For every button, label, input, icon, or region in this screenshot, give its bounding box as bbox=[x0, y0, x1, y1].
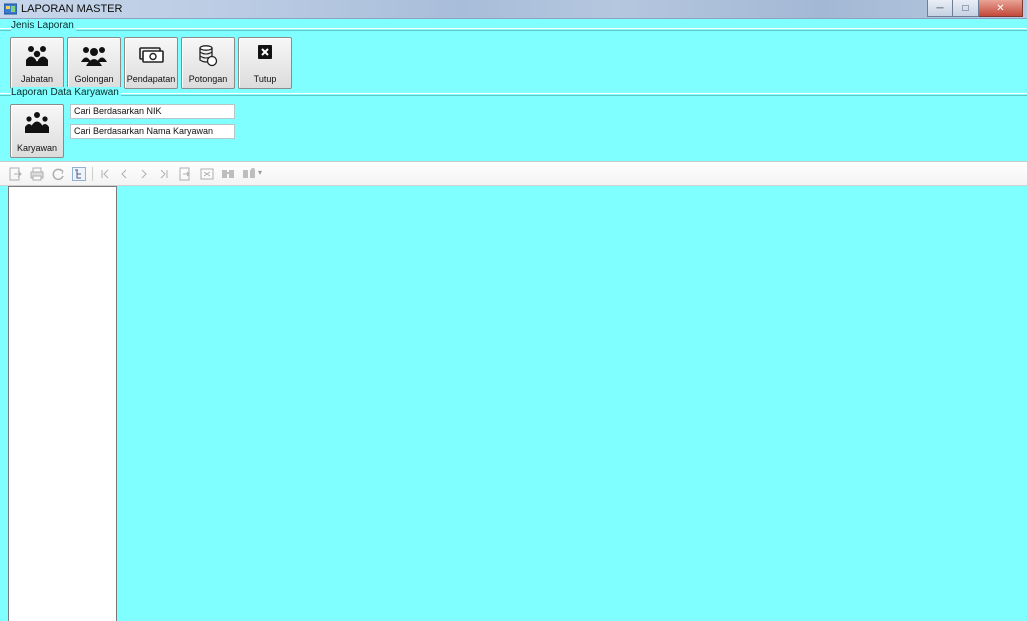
toolbar-separator bbox=[92, 167, 93, 181]
previous-page-icon[interactable] bbox=[117, 167, 131, 181]
go-to-page-icon[interactable] bbox=[178, 167, 192, 181]
potongan-button[interactable]: Potongan bbox=[181, 37, 235, 89]
tutup-button[interactable]: Tutup bbox=[238, 37, 292, 89]
pendapatan-label: Pendapatan bbox=[126, 74, 176, 84]
group-tree-panel[interactable] bbox=[8, 186, 117, 621]
minimize-button[interactable]: ─ bbox=[927, 0, 953, 17]
karyawan-button[interactable]: Karyawan bbox=[10, 104, 64, 158]
last-page-icon[interactable] bbox=[157, 167, 171, 181]
print-icon[interactable] bbox=[30, 167, 44, 181]
users-icon bbox=[81, 47, 107, 66]
first-page-icon[interactable] bbox=[98, 167, 112, 181]
money-icon bbox=[139, 47, 164, 63]
refresh-icon[interactable] bbox=[51, 167, 65, 181]
jenis-laporan-buttons: Jabatan Golongan Pendapatan Potongan Tut… bbox=[10, 37, 310, 89]
tutup-label: Tutup bbox=[253, 74, 277, 84]
find-icon[interactable] bbox=[221, 167, 235, 181]
golongan-button[interactable]: Golongan bbox=[67, 37, 121, 89]
title-bar: LAPORAN MASTER ─ □ ✕ bbox=[0, 0, 1027, 19]
pendapatan-button[interactable]: Pendapatan bbox=[124, 37, 178, 89]
maximize-button[interactable]: □ bbox=[953, 0, 979, 17]
jenis-laporan-label: Jenis Laporan bbox=[11, 20, 76, 31]
minimize-icon: ─ bbox=[936, 2, 944, 14]
nama-search-field[interactable]: Cari Berdasarkan Nama Karyawan bbox=[70, 124, 235, 139]
coins-icon bbox=[199, 45, 218, 67]
potongan-label: Potongan bbox=[188, 74, 228, 84]
laporan-karyawan-label: Laporan Data Karyawan bbox=[11, 87, 121, 98]
golongan-label: Golongan bbox=[74, 74, 114, 84]
toggle-group-tree-icon[interactable] bbox=[72, 167, 86, 181]
zoom-dropdown-icon[interactable]: ▾ bbox=[258, 168, 262, 177]
karyawan-label: Karyawan bbox=[16, 143, 58, 153]
maximize-icon: □ bbox=[962, 2, 969, 14]
close-icon: ✕ bbox=[996, 2, 1005, 14]
export-icon[interactable] bbox=[8, 167, 22, 181]
employees-icon bbox=[25, 112, 49, 133]
people-group-icon bbox=[26, 46, 48, 66]
close-view-icon[interactable] bbox=[200, 167, 214, 181]
close-window-button[interactable]: ✕ bbox=[979, 0, 1023, 17]
window-title: LAPORAN MASTER bbox=[21, 3, 123, 15]
jabatan-button[interactable]: Jabatan bbox=[10, 37, 64, 89]
jabatan-label: Jabatan bbox=[20, 74, 54, 84]
zoom-icon[interactable] bbox=[242, 167, 256, 181]
nik-search-field[interactable]: Cari Berdasarkan NIK bbox=[70, 104, 235, 119]
app-icon bbox=[4, 3, 17, 15]
report-viewer-toolbar: ▾ bbox=[0, 161, 1027, 186]
group-separator bbox=[0, 93, 1027, 96]
group-separator bbox=[0, 28, 1027, 31]
close-square-icon bbox=[258, 45, 272, 59]
next-page-icon[interactable] bbox=[137, 167, 151, 181]
